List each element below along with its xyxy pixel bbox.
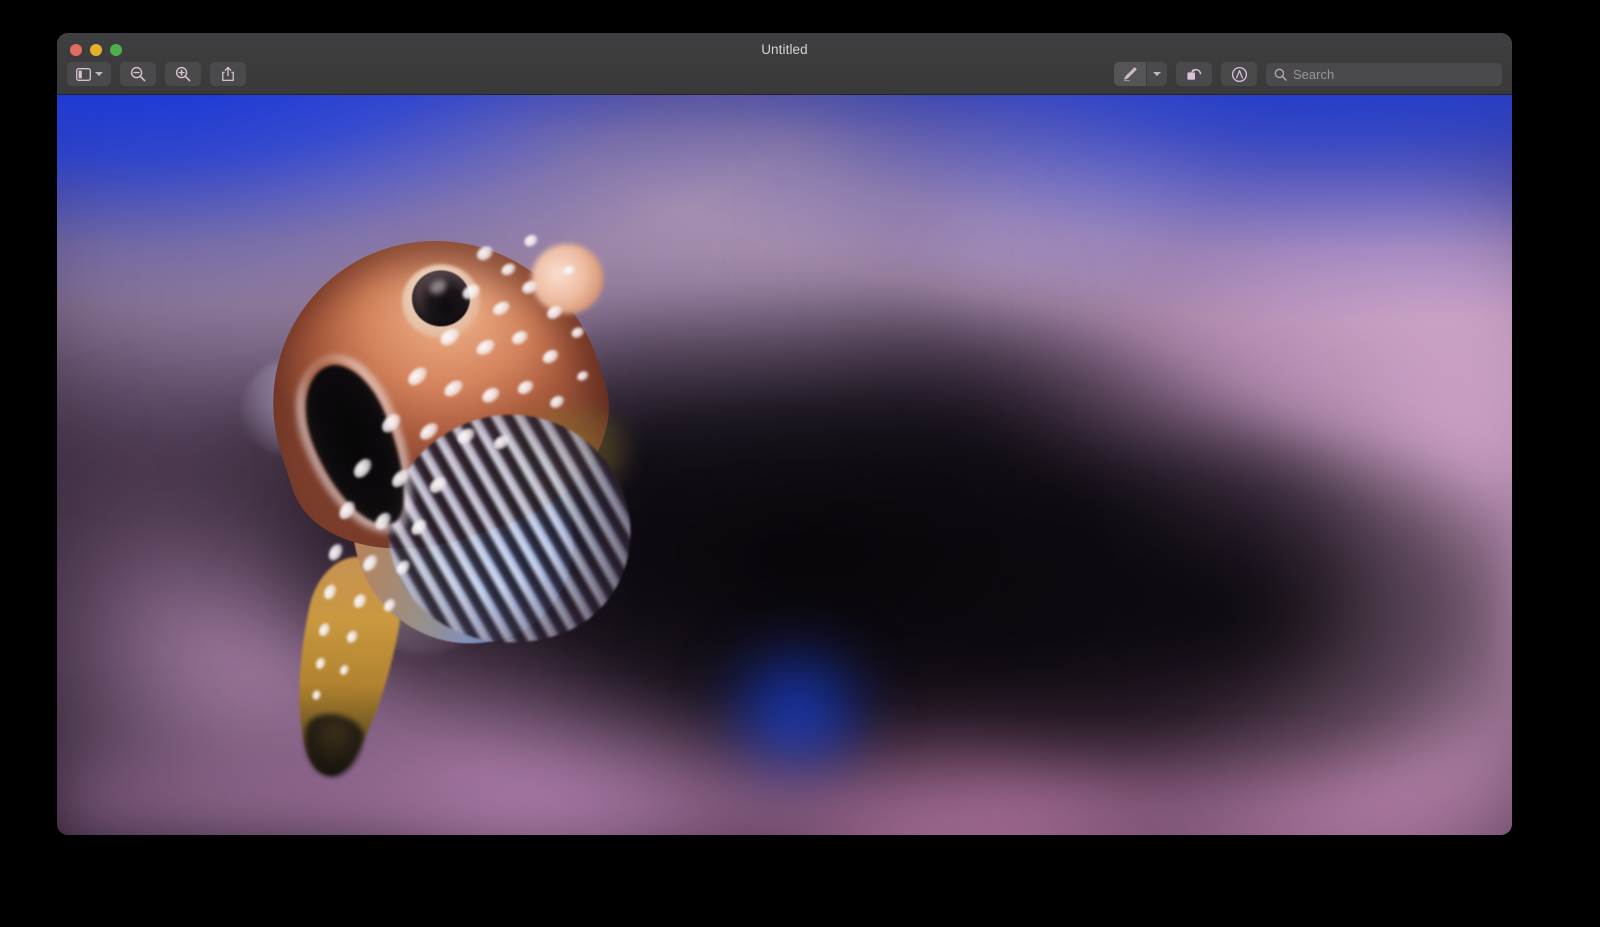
markup-options-button[interactable] [1146,62,1167,86]
markup-pen-icon [1122,66,1138,82]
chevron-down-icon [95,72,103,76]
share-button[interactable] [210,62,246,86]
photo-grain [57,95,1512,835]
window-titlebar: Untitled [57,33,1512,95]
toolbar-left-group [67,62,246,86]
share-icon [221,66,235,82]
search-icon [1274,68,1287,81]
annotate-button[interactable] [1221,62,1257,86]
rotate-icon [1186,66,1203,82]
markup-segmented-control [1114,62,1167,86]
markup-button[interactable] [1114,62,1146,86]
annotate-icon [1231,66,1248,83]
chevron-down-icon [1153,72,1161,76]
sidebar-icon [76,68,91,81]
zoom-in-icon [175,66,191,82]
zoom-out-icon [130,66,146,82]
screen: Untitled [0,0,1600,927]
toolbar-right-group: Search [1114,62,1502,86]
pufferfish-photo[interactable] [57,95,1512,835]
search-placeholder: Search [1293,67,1334,82]
preview-window: Untitled [57,33,1512,835]
sidebar-button[interactable] [67,62,111,86]
search-input[interactable]: Search [1266,63,1502,86]
window-title: Untitled [57,42,1512,57]
zoom-out-button[interactable] [120,62,156,86]
rotate-button[interactable] [1176,62,1212,86]
zoom-in-button[interactable] [165,62,201,86]
